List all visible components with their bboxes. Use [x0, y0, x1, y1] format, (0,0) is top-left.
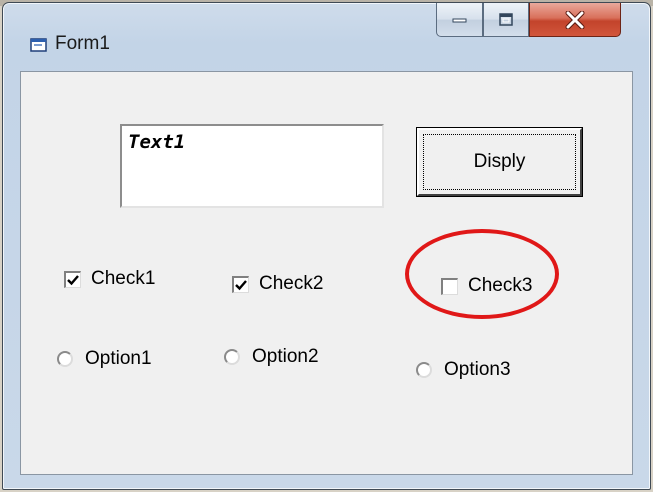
title-bar[interactable]: Form1 — [3, 3, 650, 71]
option2-radio-circle[interactable] — [224, 349, 240, 365]
option3-radio[interactable]: Option3 — [416, 359, 511, 381]
check3-box[interactable] — [441, 277, 458, 295]
checkmark-icon — [67, 274, 79, 285]
window-title: Form1 — [55, 33, 110, 54]
disply-button[interactable]: Disply — [417, 128, 582, 196]
maximize-icon — [499, 12, 513, 26]
check3-checkbox[interactable]: Check3 — [441, 275, 532, 297]
option2-label: Option2 — [252, 346, 319, 367]
check2-label: Check2 — [259, 273, 324, 294]
form-window: Form1 Text1 Disply Check1 Check2 Check3 … — [2, 2, 651, 490]
focus-rectangle — [423, 134, 576, 190]
checkmark-icon — [235, 279, 247, 290]
check1-checkbox[interactable]: Check1 — [64, 268, 155, 290]
option1-radio-circle[interactable] — [57, 351, 73, 367]
check1-box[interactable] — [64, 270, 81, 288]
text1-textbox[interactable]: Text1 — [120, 124, 384, 208]
option1-label: Option1 — [85, 348, 152, 369]
maximize-button[interactable] — [483, 3, 529, 37]
check2-checkbox[interactable]: Check2 — [232, 273, 323, 295]
check1-label: Check1 — [91, 268, 156, 289]
minimize-icon — [452, 18, 466, 22]
minimize-button[interactable] — [436, 3, 483, 37]
form-window-icon — [30, 38, 47, 52]
check3-label: Check3 — [468, 275, 533, 296]
close-button[interactable] — [529, 3, 621, 37]
close-icon — [565, 10, 585, 29]
option3-label: Option3 — [444, 359, 511, 380]
option3-radio-circle[interactable] — [416, 362, 432, 378]
form-client-area: Text1 Disply Check1 Check2 Check3 Option… — [20, 71, 633, 475]
option1-radio[interactable]: Option1 — [57, 348, 152, 370]
option2-radio[interactable]: Option2 — [224, 346, 319, 368]
check2-box[interactable] — [232, 275, 249, 293]
